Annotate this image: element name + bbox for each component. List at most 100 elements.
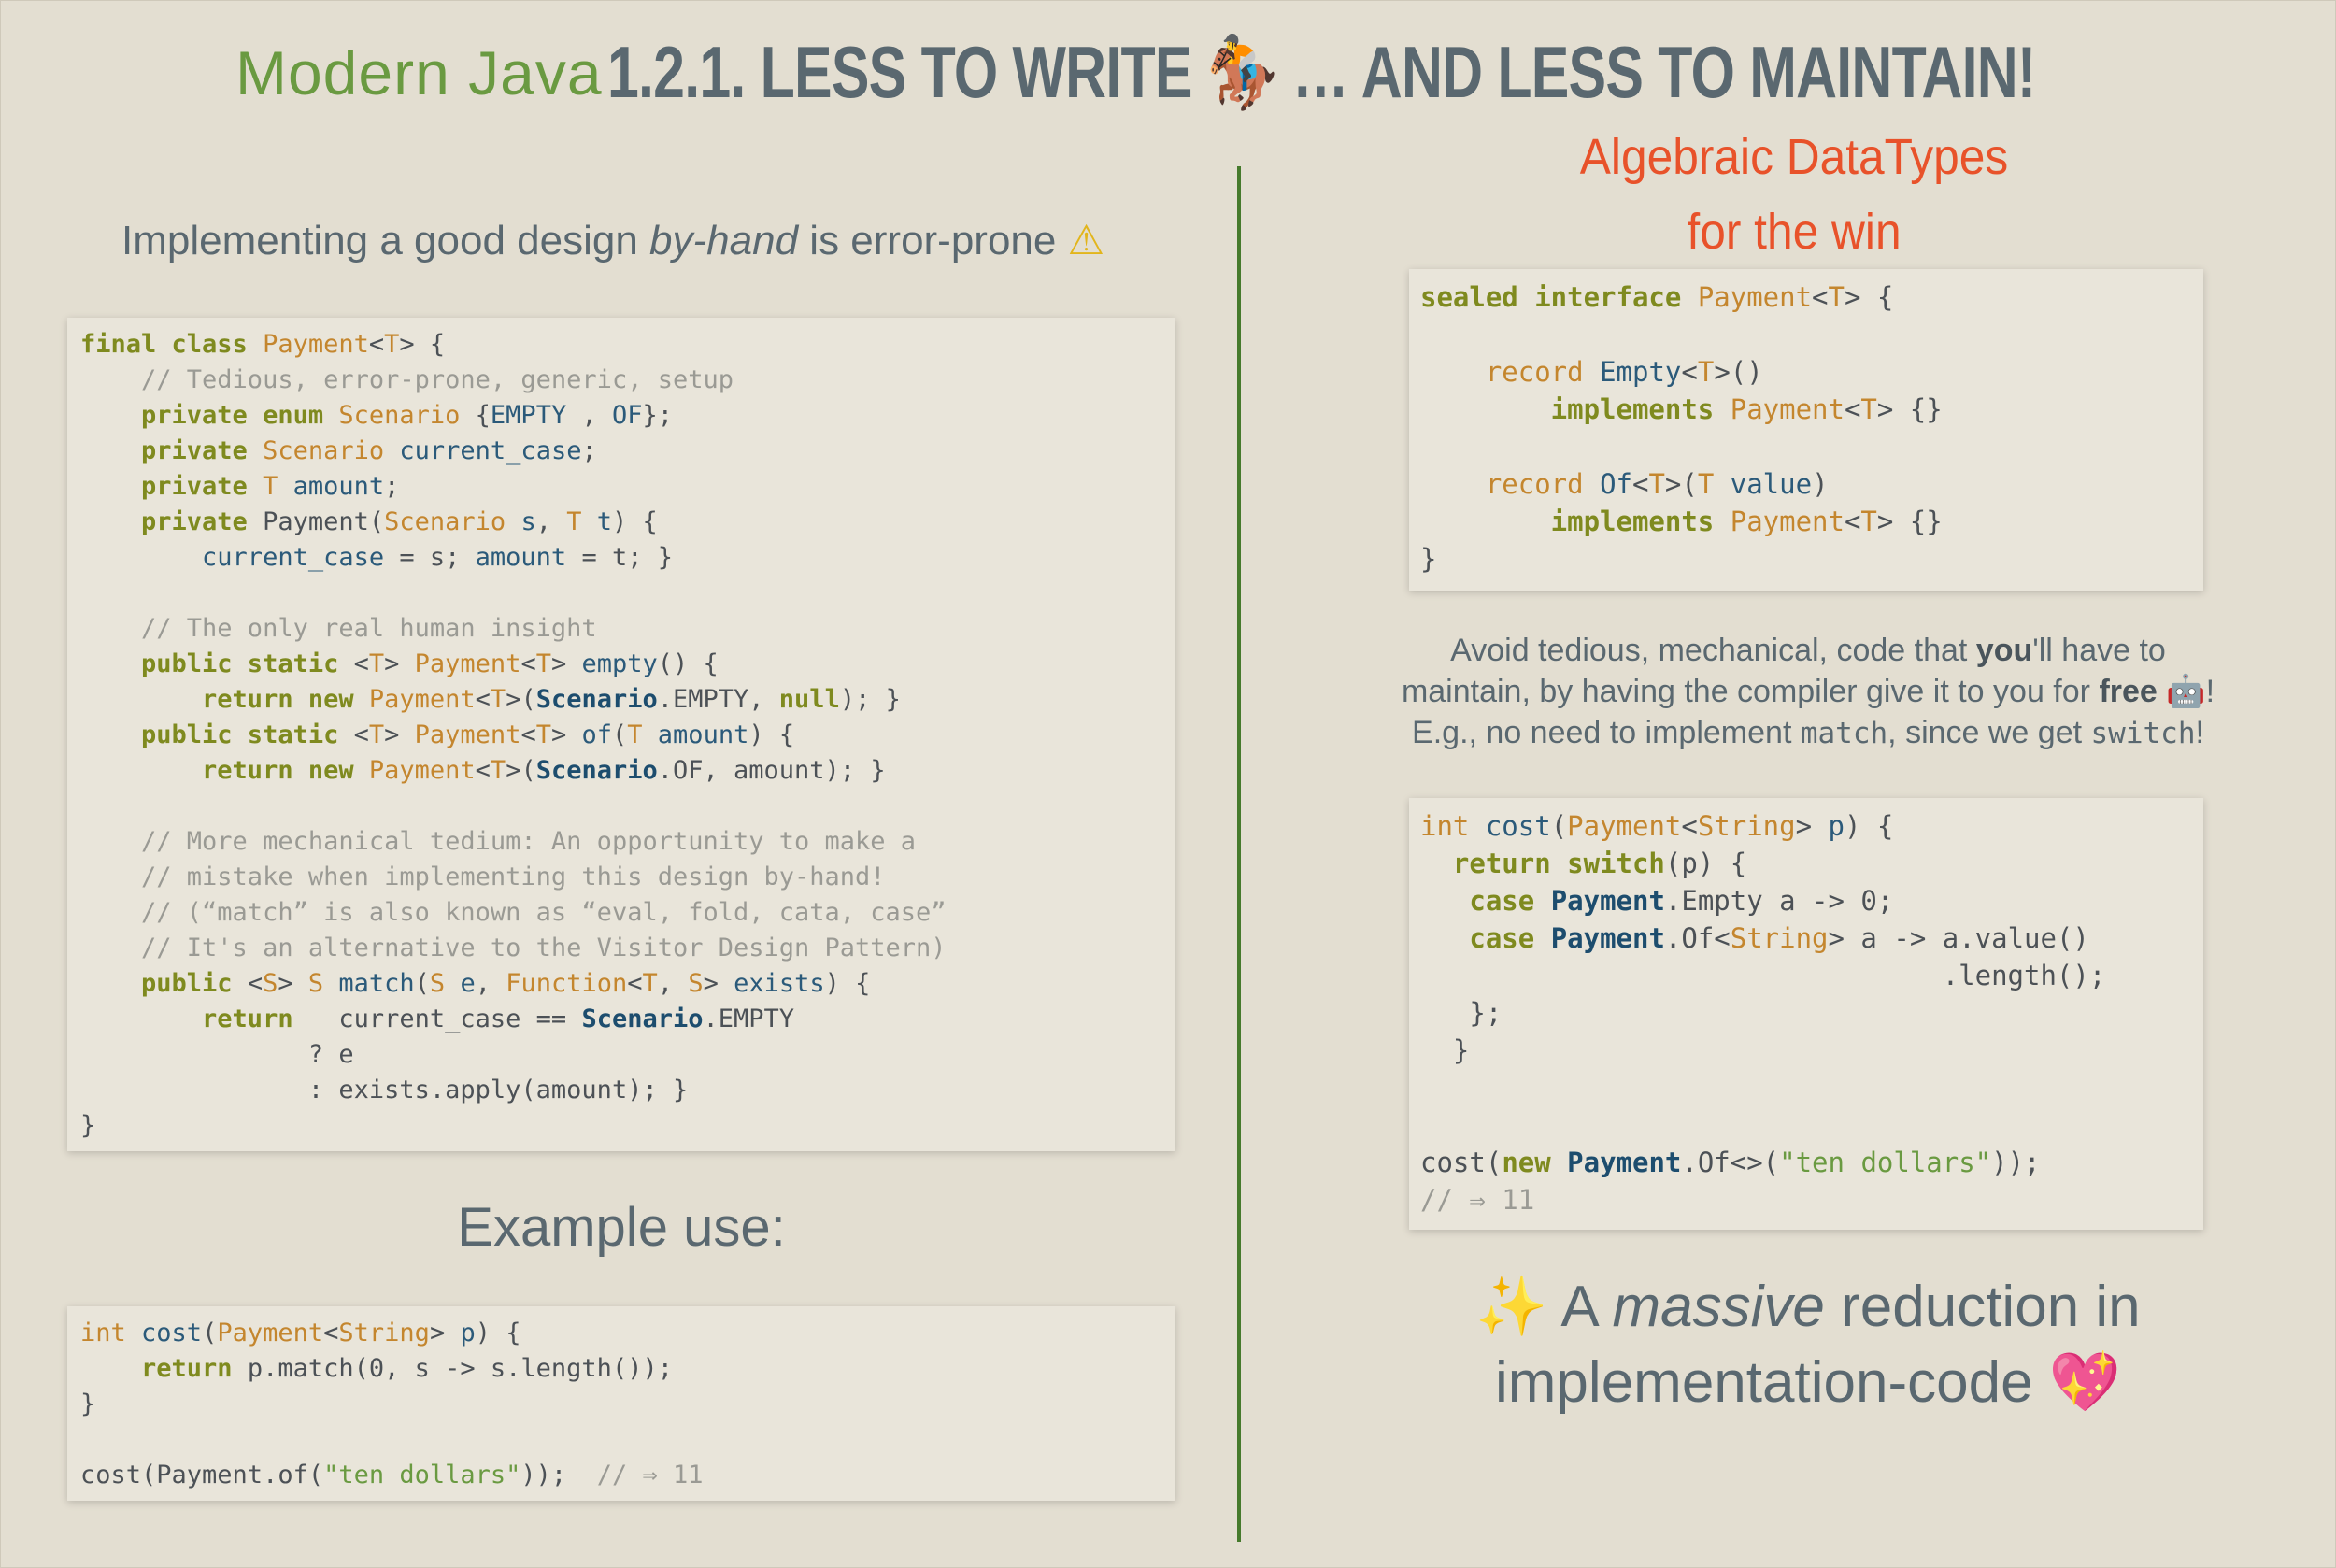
code-token: final class (80, 330, 264, 359)
title-tail: … AND LESS TO MAINTAIN! (1276, 31, 2036, 113)
code-token: OF (611, 401, 643, 430)
code-token: ( (414, 969, 430, 998)
code-token: implements (1420, 393, 1731, 425)
code-token: < (475, 756, 491, 785)
code-token: Payment (263, 330, 369, 359)
code-token: }; (642, 401, 674, 430)
code-token: < (323, 1319, 339, 1347)
code-token: , (535, 507, 567, 536)
code-token: p (460, 1319, 476, 1347)
code-token: p (1828, 810, 1845, 842)
reduction-line-2: implementation-code 💖 (1364, 1345, 2252, 1420)
code-token: T (368, 649, 385, 678)
code-token: .Empty a -> 0; (1664, 885, 1894, 917)
code-token: // ⇒ 11 (1420, 1184, 1535, 1216)
code-line: .length(); (1420, 957, 2203, 994)
code-token: Payment (1567, 810, 1682, 842)
code-token: ; (581, 436, 597, 465)
code-token: S (429, 969, 461, 998)
code-token: Payment (1567, 1147, 1682, 1178)
code-token: current_case (399, 436, 582, 465)
code-token: new (1502, 1147, 1568, 1178)
code-block-sealed-interface: sealed interface Payment<T> { record Emp… (1409, 269, 2203, 591)
code-line: cost(Payment.of("ten dollars")); // ⇒ 11 (80, 1458, 1175, 1493)
code-line: return new Payment<T>(Scenario.OF, amoun… (80, 753, 1175, 789)
code-token: String (1697, 810, 1796, 842)
code-token: current_case (80, 543, 385, 572)
code-token: T (1828, 281, 1845, 313)
code-token: Payment (1730, 506, 1845, 537)
code-line: return p.match(0, s -> s.length()); (80, 1351, 1175, 1387)
code-token: < (1681, 356, 1698, 388)
code-token: .EMPTY, (657, 685, 779, 714)
code-token: ) { (748, 720, 795, 749)
code-token: > (278, 969, 308, 998)
code-line: : exists.apply(amount); } (80, 1073, 1175, 1108)
code-token: ) { (1845, 810, 1894, 842)
lead-pre: Implementing a good design (121, 218, 650, 264)
code-line: // (“match” is also known as “eval, fold… (80, 895, 1175, 931)
code-line: } (80, 1108, 1175, 1144)
code-token: cost(Payment.of( (80, 1461, 324, 1490)
code-token: T (490, 756, 506, 785)
code-token: < (353, 649, 369, 678)
code-token: // More mechanical tedium: An opportunit… (80, 827, 917, 856)
code-token: ) { (824, 969, 871, 998)
code-token: .length(); (1420, 960, 2106, 991)
code-token: } (1420, 543, 1437, 575)
code-token: : exists.apply(amount); } (80, 1076, 689, 1105)
code-token: private (80, 507, 264, 536)
column-divider (1237, 166, 1241, 1542)
code-token: exists (734, 969, 825, 998)
code-line: // It's an alternative to the Visitor De… (80, 931, 1175, 966)
lead-post: is error-prone (798, 218, 1068, 264)
code-token: >( (506, 685, 536, 714)
code-token: T (490, 685, 506, 714)
code-token: )); (1991, 1147, 2041, 1178)
code-line: } (1420, 540, 2203, 577)
avoid-line-3: E.g., no need to implement match, since … (1364, 712, 2252, 754)
avoid-paragraph: Avoid tedious, mechanical, code that you… (1364, 630, 2252, 754)
reduction-text: A (1547, 1275, 1613, 1339)
code-token: ( (202, 1319, 218, 1347)
code-line: final class Payment<T> { (80, 327, 1175, 363)
sparkles-icon: ✨ (1475, 1272, 1548, 1340)
code-token: public static (80, 649, 354, 678)
code-token: T (566, 507, 597, 536)
code-token: null (778, 685, 840, 714)
code-token: Of (1600, 468, 1632, 500)
avoid-text: ! (2195, 715, 2204, 750)
code-token: ); } (839, 685, 901, 714)
code-token: ( (1550, 810, 1568, 842)
code-token: (p) { (1664, 848, 1747, 879)
code-token: < (1844, 506, 1861, 537)
code-token: = t; } (566, 543, 673, 572)
code-token: Scenario (384, 507, 521, 536)
warning-icon: ⚠ (1067, 217, 1105, 264)
code-token: Payment (368, 756, 476, 785)
code-token: < (520, 649, 536, 678)
code-token: amount (292, 472, 385, 501)
code-line: } (80, 1387, 1175, 1422)
code-token: ( (612, 720, 628, 749)
code-token: of (581, 720, 613, 749)
code-token: s (520, 507, 536, 536)
code-token: t (596, 507, 612, 536)
code-token: () { (657, 649, 719, 678)
code-token: > {} (1876, 506, 1943, 537)
code-token: < (368, 330, 385, 359)
code-line: int cost(Payment<String> p) { (1420, 807, 2203, 845)
code-token: T (535, 649, 551, 678)
code-token: > (384, 720, 415, 749)
code-token: < (247, 969, 264, 998)
code-token: ; (384, 472, 400, 501)
code-token: T (1697, 468, 1731, 500)
code-line: private Payment(Scenario s, T t) { (80, 505, 1175, 540)
code-line: record Empty<T>() (1420, 353, 2203, 391)
code-token: implements (1420, 506, 1731, 537)
code-token: Payment (1697, 281, 1813, 313)
example-heading: Example use: (457, 1197, 786, 1258)
code-token: < (1812, 281, 1829, 313)
